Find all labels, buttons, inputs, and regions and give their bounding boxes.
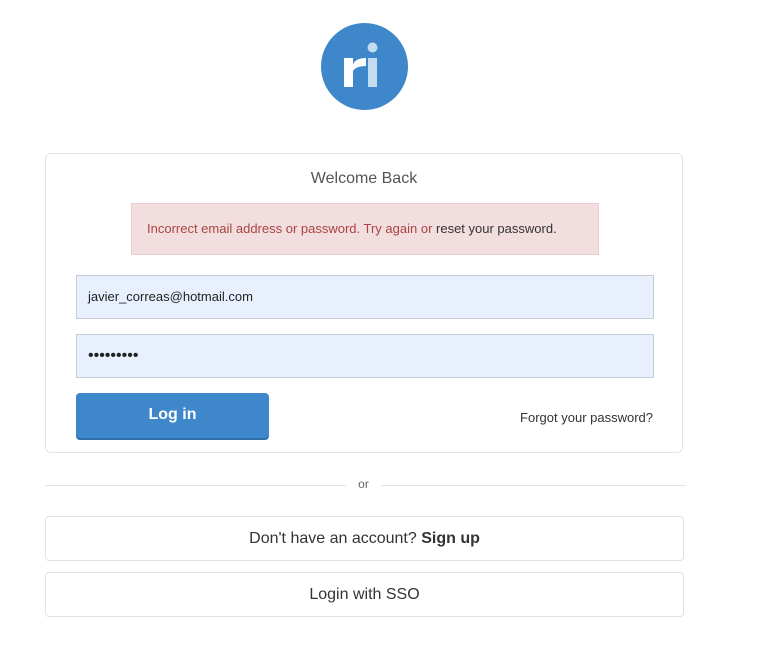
signup-button[interactable]: Don't have an account? Sign up (45, 516, 684, 561)
login-card: Welcome Back Incorrect email address or … (45, 153, 683, 453)
login-page: Welcome Back Incorrect email address or … (0, 0, 783, 654)
ri-logo-mark (344, 42, 378, 87)
divider-left (45, 485, 346, 486)
email-field[interactable]: javier_correas@hotmail.com (76, 275, 654, 319)
reset-password-link[interactable]: reset your password. (436, 221, 557, 236)
signup-prompt: Don't have an account? (249, 530, 422, 547)
divider-or: or (358, 477, 369, 491)
password-field[interactable]: ••••••••• (76, 334, 654, 378)
signup-link[interactable]: Sign up (421, 530, 480, 547)
divider-right (381, 485, 686, 486)
sso-login-button[interactable]: Login with SSO (45, 572, 684, 617)
error-message: Incorrect email address or password. Try… (147, 221, 437, 236)
card-title: Welcome Back (310, 170, 418, 187)
forgot-password-link[interactable]: Forgot your password? (520, 410, 653, 425)
ri-logo (321, 23, 408, 110)
login-button[interactable]: Log in (76, 393, 269, 438)
error-alert: Incorrect email address or password. Try… (131, 203, 599, 255)
